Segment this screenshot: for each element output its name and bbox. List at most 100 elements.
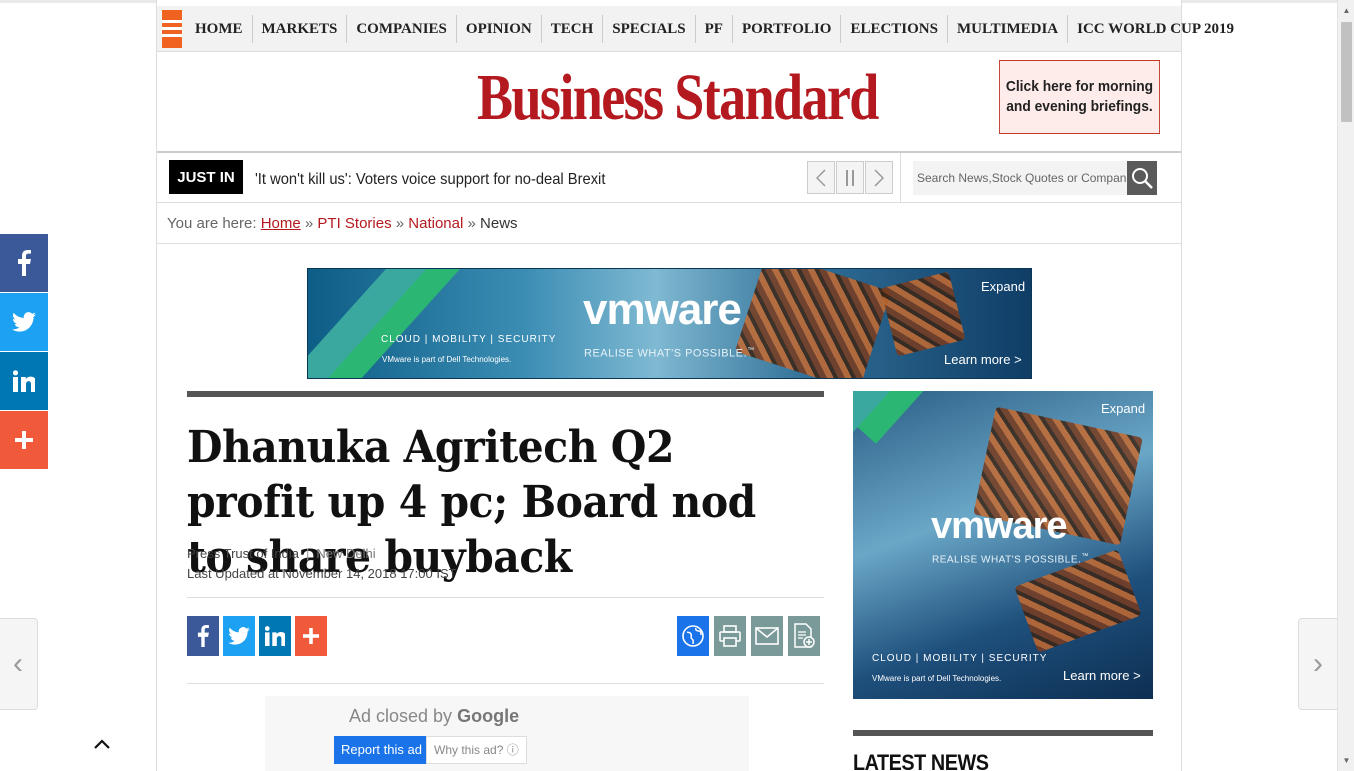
ad-tagline-tm: ™: [1081, 553, 1089, 560]
chevron-left-icon: ‹: [13, 647, 23, 680]
vmware-logo: vmware: [931, 505, 1068, 547]
chevron-up-icon: [94, 739, 110, 749]
nav-item-multimedia[interactable]: MULTIMEDIA: [948, 14, 1069, 43]
breadcrumb-separator: »: [467, 215, 476, 232]
ad-expand-button[interactable]: Expand: [1101, 401, 1145, 416]
ad-tagline-text: REALISE WHAT'S POSSIBLE.: [584, 347, 748, 360]
next-article-arrow[interactable]: ›: [1298, 618, 1338, 710]
previous-article-arrow[interactable]: ‹: [0, 618, 38, 710]
ad-tagline: REALISE WHAT'S POSSIBLE.™: [584, 347, 755, 360]
google-logo: Google: [457, 706, 520, 726]
hamburger-menu-icon[interactable]: [162, 9, 182, 48]
print-button[interactable]: [714, 616, 746, 656]
breadcrumb-pti-stories[interactable]: PTI Stories: [317, 215, 391, 232]
article-share-buttons: [187, 616, 327, 656]
float-facebook-button[interactable]: [0, 234, 48, 292]
scroll-down-arrow-icon[interactable]: ▼: [1338, 752, 1354, 769]
nav-item-icc-world-cup[interactable]: ICC WORLD CUP 2019: [1068, 15, 1243, 43]
nav-item-markets[interactable]: MARKETS: [253, 14, 348, 43]
why-this-ad-button[interactable]: Why this ad? ⓘ: [426, 736, 527, 764]
facebook-icon: [18, 250, 31, 276]
search-input[interactable]: [913, 161, 1127, 195]
email-icon: [755, 627, 779, 645]
float-twitter-button[interactable]: [0, 293, 48, 351]
facebook-icon: [197, 625, 209, 647]
floating-share-bar: [0, 234, 48, 470]
scrollbar-thumb[interactable]: [1341, 22, 1352, 122]
globe-icon: [682, 625, 704, 647]
linkedin-icon: [13, 370, 35, 392]
nav-item-specials[interactable]: SPECIALS: [603, 14, 696, 43]
ad-pillars: CLOUD | MOBILITY | SECURITY: [872, 653, 1048, 664]
article-source[interactable]: Press Trust of India: [187, 546, 299, 561]
latest-news-rule: [853, 730, 1153, 736]
site-logo[interactable]: Business Standard: [477, 60, 879, 136]
scroll-to-top-button[interactable]: [90, 732, 114, 756]
breadcrumb-separator: »: [395, 215, 405, 232]
scroll-up-arrow-icon[interactable]: ▲: [1338, 2, 1354, 19]
share-facebook-button[interactable]: [187, 616, 219, 656]
page-scrollbar[interactable]: ▲ ▼: [1337, 0, 1354, 771]
byline-divider: |: [306, 546, 310, 561]
breadcrumb-home[interactable]: Home: [261, 215, 301, 232]
news-ticker: JUST IN 'It won't kill us': Voters voice…: [157, 151, 1181, 203]
report-ad-button[interactable]: Report this ad: [334, 736, 429, 764]
latest-news-heading: LATEST NEWS: [853, 750, 989, 771]
plus-icon: [15, 431, 33, 449]
nav-item-opinion[interactable]: OPINION: [457, 14, 542, 43]
plus-icon: [303, 628, 319, 644]
ad-tagline-tm: ™: [747, 347, 755, 354]
breadcrumb-current: News: [480, 215, 518, 232]
nav-item-elections[interactable]: ELECTIONS: [841, 14, 948, 43]
nav-item-companies[interactable]: COMPANIES: [347, 14, 457, 43]
nav-item-portfolio[interactable]: PORTFOLIO: [733, 14, 842, 43]
briefing-link[interactable]: Click here for morning and evening brief…: [999, 60, 1160, 134]
ad-note: VMware is part of Dell Technologies.: [382, 355, 512, 364]
share-more-button[interactable]: [295, 616, 327, 656]
email-button[interactable]: [751, 616, 783, 656]
twitter-icon: [228, 627, 250, 645]
share-linkedin-button[interactable]: [259, 616, 291, 656]
satellite-image: [734, 269, 892, 378]
share-twitter-button[interactable]: [223, 616, 255, 656]
pause-icon: [846, 169, 854, 186]
ticker-divider: [900, 153, 901, 203]
nav-item-tech[interactable]: TECH: [542, 14, 604, 43]
vmware-banner-ad[interactable]: CLOUD | MOBILITY | SECURITY VMware is pa…: [307, 268, 1032, 379]
page-container: HOME MARKETS COMPANIES OPINION TECH SPEC…: [156, 0, 1234, 771]
ticker-next-button[interactable]: [865, 161, 893, 194]
float-linkedin-button[interactable]: [0, 352, 48, 410]
article-tool-buttons: [677, 616, 820, 656]
search-icon: [1132, 168, 1153, 189]
ticker-headline[interactable]: 'It won't kill us': Voters voice support…: [255, 171, 605, 189]
ticker-prev-button[interactable]: [807, 161, 835, 194]
ad-pillars: CLOUD | MOBILITY | SECURITY: [381, 334, 557, 345]
ad-closed-message: Ad closed by Google: [349, 706, 519, 727]
search-box: [913, 161, 1157, 195]
masthead: Business Standard Click here for morning…: [157, 52, 1181, 150]
ad-learn-more-link[interactable]: Learn more >: [1063, 668, 1141, 683]
vmware-side-ad[interactable]: Expand vmware REALISE WHAT'S POSSIBLE.™ …: [853, 391, 1153, 699]
nav-item-pf[interactable]: PF: [696, 14, 733, 43]
nav-item-home[interactable]: HOME: [186, 14, 253, 43]
add-document-button[interactable]: [788, 616, 820, 656]
main-nav: HOME MARKETS COMPANIES OPINION TECH SPEC…: [157, 6, 1234, 52]
article-byline: Press Trust of India | New Delhi: [187, 546, 376, 561]
vmware-logo: vmware: [583, 285, 742, 334]
search-button[interactable]: [1127, 161, 1157, 195]
ticker-pause-button[interactable]: [836, 161, 864, 194]
breadcrumb: You are here: Home » PTI Stories » Natio…: [167, 215, 518, 232]
closed-ad-slot: Ad closed by Google Report this ad Why t…: [265, 696, 749, 771]
print-icon: [719, 625, 741, 647]
ad-expand-button[interactable]: Expand: [981, 279, 1025, 294]
article-location: New Delhi: [316, 546, 376, 561]
breadcrumb-prefix: You are here:: [167, 215, 257, 232]
breadcrumb-national[interactable]: National: [408, 215, 463, 232]
ad-learn-more-link[interactable]: Learn more >: [944, 352, 1022, 367]
breadcrumb-divider: [157, 243, 1181, 244]
share-bottom-divider: [187, 683, 824, 684]
satellite-panel-image: [880, 271, 966, 357]
float-more-button[interactable]: [0, 411, 48, 469]
chevron-right-icon: [874, 168, 884, 187]
translate-button[interactable]: [677, 616, 709, 656]
